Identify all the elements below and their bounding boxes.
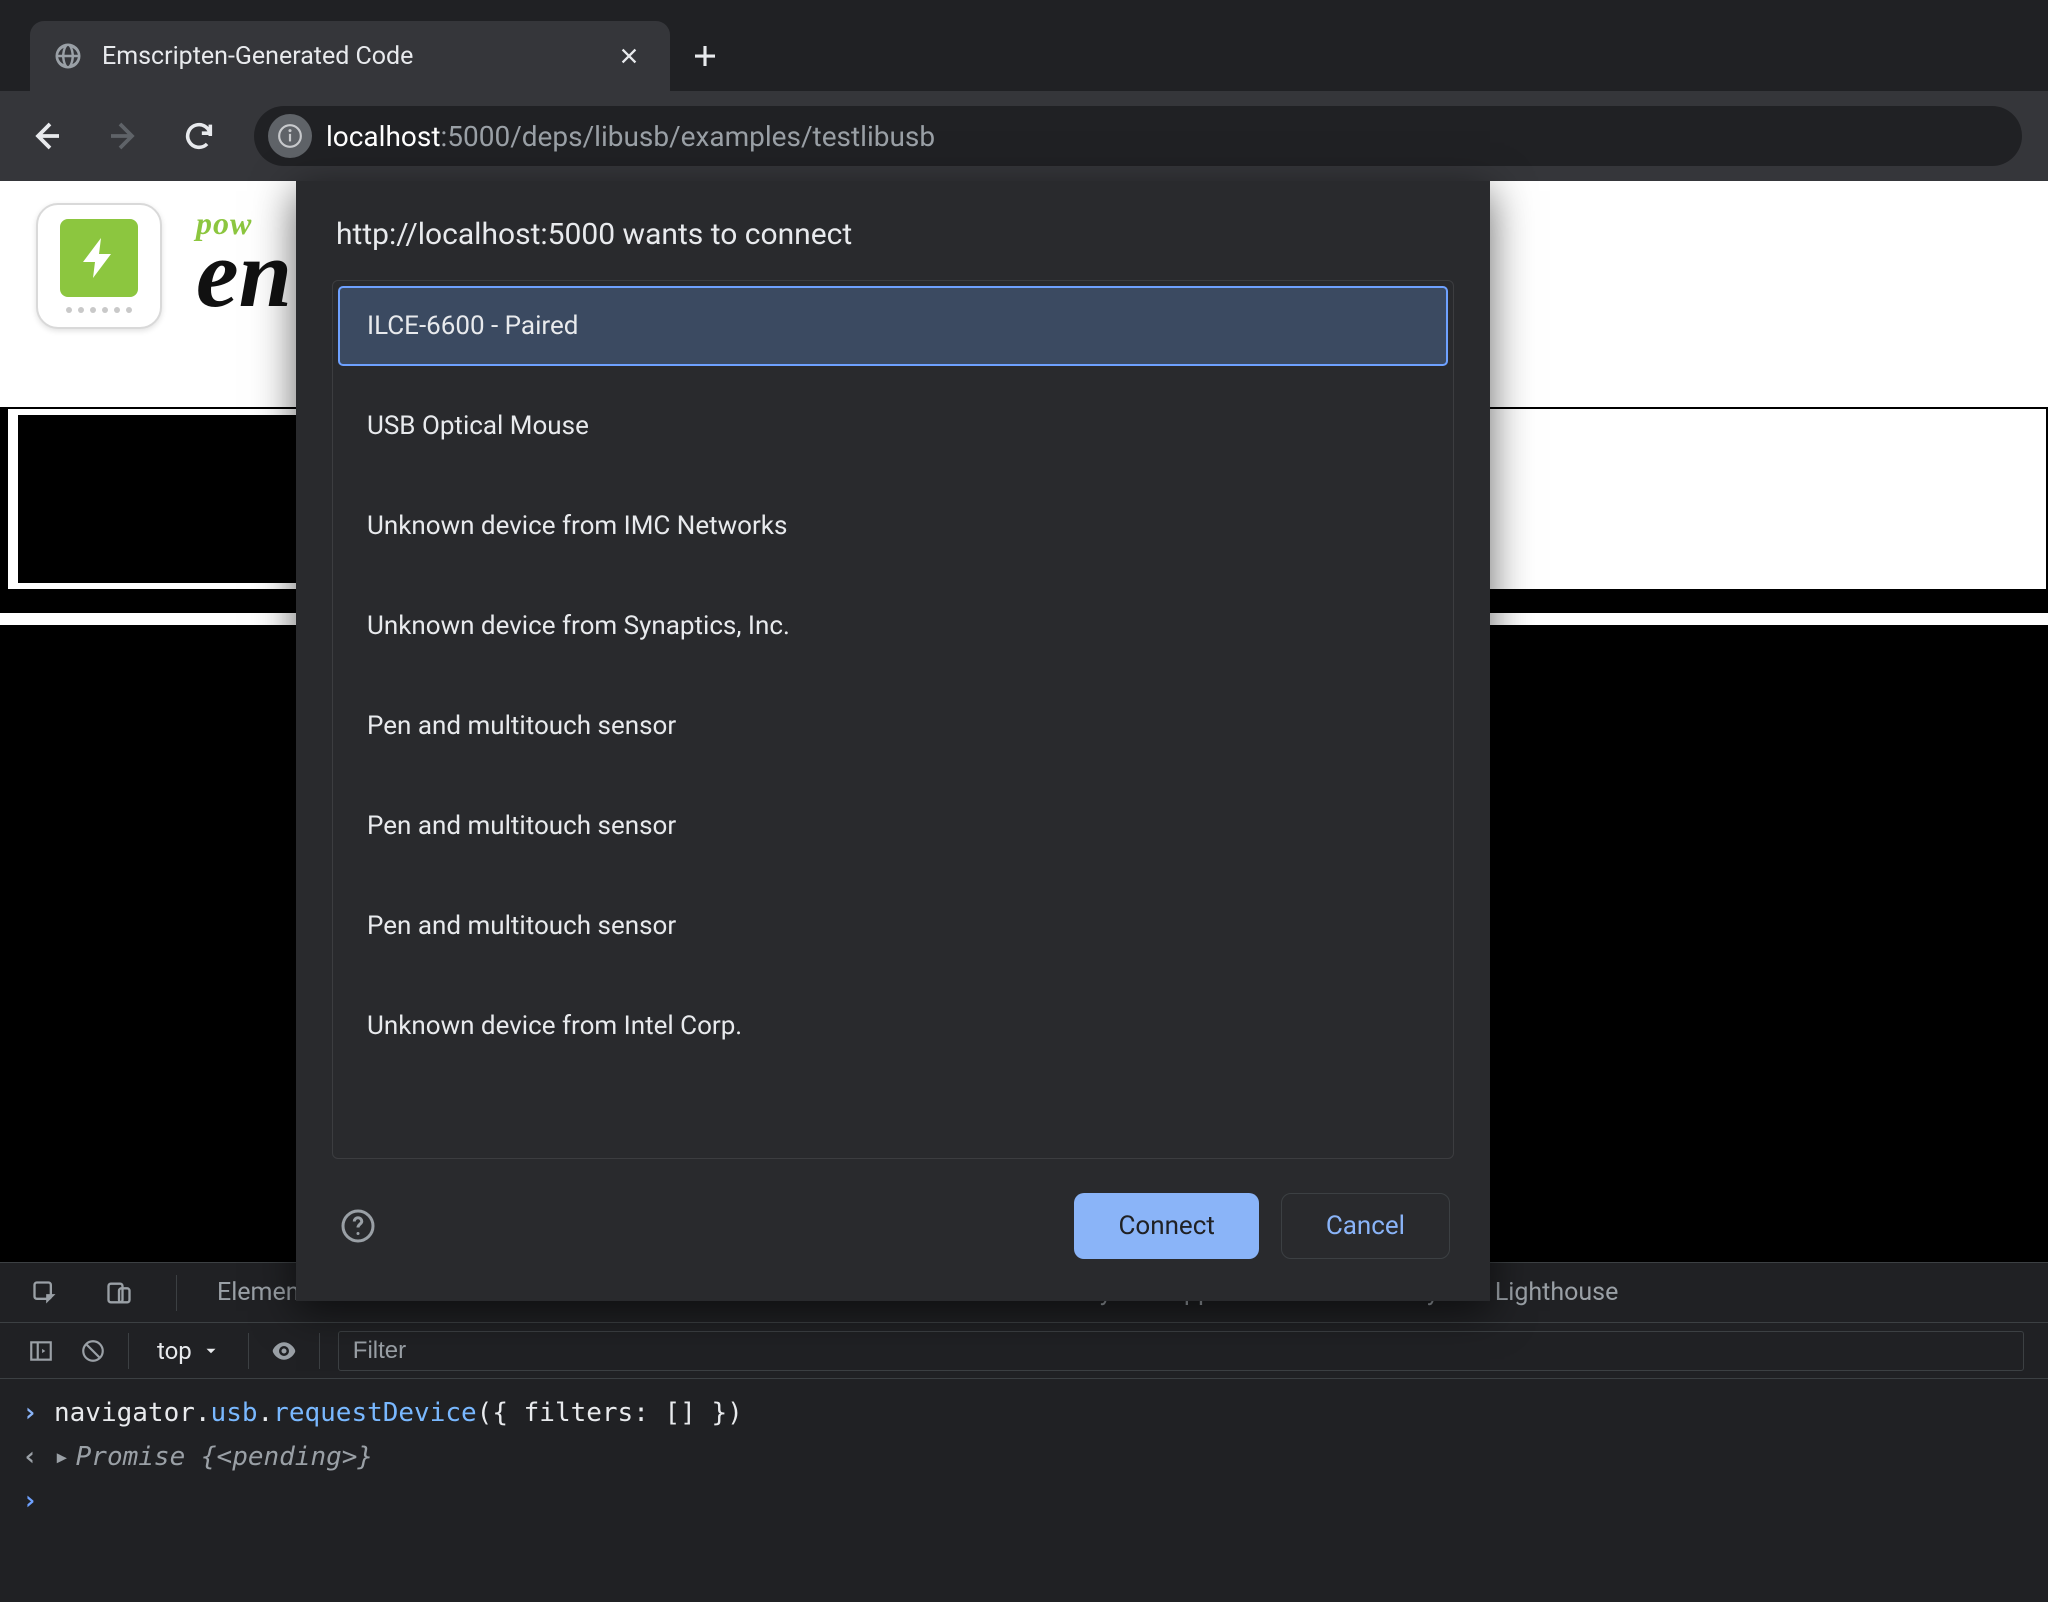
- close-tab-icon[interactable]: [616, 43, 642, 69]
- site-info-icon[interactable]: [268, 114, 312, 158]
- device-item[interactable]: Unknown device from Synaptics, Inc.: [339, 587, 1447, 665]
- browser-tab[interactable]: Emscripten-Generated Code: [30, 21, 670, 91]
- device-list: ILCE-6600 - Paired USB Optical Mouse Unkno…: [332, 280, 1454, 1159]
- expand-triangle-icon[interactable]: ▸: [54, 1442, 70, 1472]
- back-button[interactable]: [26, 115, 68, 157]
- connect-button[interactable]: Connect: [1074, 1193, 1258, 1259]
- console-output-line: ‹ ▸Promise {<pending>}: [20, 1435, 2028, 1479]
- console-output[interactable]: › navigator.usb.requestDevice({ filters:…: [0, 1379, 2048, 1602]
- emscripten-logo: [36, 203, 162, 329]
- globe-icon: [52, 40, 84, 72]
- inspect-icon[interactable]: [28, 1276, 62, 1310]
- usb-permission-dialog: http://localhost:5000 wants to connect I…: [296, 181, 1490, 1301]
- console-toolbar: top: [0, 1323, 2048, 1379]
- console-sidebar-toggle-icon[interactable]: [24, 1334, 58, 1368]
- device-item[interactable]: Pen and multitouch sensor: [339, 687, 1447, 765]
- url-path: :5000/deps/libusb/examples/testlibusb: [440, 120, 935, 153]
- console-prompt[interactable]: ›: [20, 1479, 2028, 1523]
- bolt-icon: [60, 219, 138, 297]
- execution-context-selector[interactable]: top: [147, 1333, 230, 1369]
- devtools-tab-lighthouse[interactable]: Lighthouse: [1495, 1278, 1619, 1307]
- dialog-title: http://localhost:5000 wants to connect: [296, 181, 1490, 280]
- clear-console-icon[interactable]: [76, 1334, 110, 1368]
- cancel-button[interactable]: Cancel: [1281, 1193, 1450, 1259]
- browser-toolbar: localhost:5000/deps/libusb/examples/test…: [0, 91, 2048, 181]
- dialog-actions: Connect Cancel: [296, 1159, 1490, 1301]
- chevron-right-icon: ›: [20, 1479, 40, 1523]
- help-icon[interactable]: [336, 1204, 380, 1248]
- device-item[interactable]: ILCE-6600 - Paired: [339, 287, 1447, 365]
- tab-title: Emscripten-Generated Code: [102, 42, 598, 71]
- forward-button[interactable]: [102, 115, 144, 157]
- live-expression-icon[interactable]: [267, 1334, 301, 1368]
- reload-button[interactable]: [178, 115, 220, 157]
- console-input-line: › navigator.usb.requestDevice({ filters:…: [20, 1391, 2028, 1435]
- console-filter-input[interactable]: [338, 1331, 2024, 1371]
- device-item[interactable]: Pen and multitouch sensor: [339, 787, 1447, 865]
- device-item[interactable]: Unknown device from IMC Networks: [339, 487, 1447, 565]
- emscripten-wordmark: pow en: [196, 205, 292, 313]
- device-item[interactable]: Pen and multitouch sensor: [339, 887, 1447, 965]
- device-item[interactable]: Unknown device from Intel Corp.: [339, 987, 1447, 1065]
- chevron-left-icon: ‹: [20, 1435, 40, 1479]
- chevron-right-icon: ›: [20, 1391, 40, 1435]
- tab-strip: Emscripten-Generated Code: [0, 0, 2048, 91]
- url-text: localhost:5000/deps/libusb/examples/test…: [326, 120, 935, 153]
- address-bar[interactable]: localhost:5000/deps/libusb/examples/test…: [254, 106, 2022, 166]
- device-toggle-icon[interactable]: [102, 1276, 136, 1310]
- new-tab-button[interactable]: [670, 21, 740, 91]
- url-host: localhost: [326, 120, 440, 153]
- devtools-panel: ElementsConsoleSourcesNetworkPerformance…: [0, 1262, 2048, 1602]
- device-item[interactable]: USB Optical Mouse: [339, 387, 1447, 465]
